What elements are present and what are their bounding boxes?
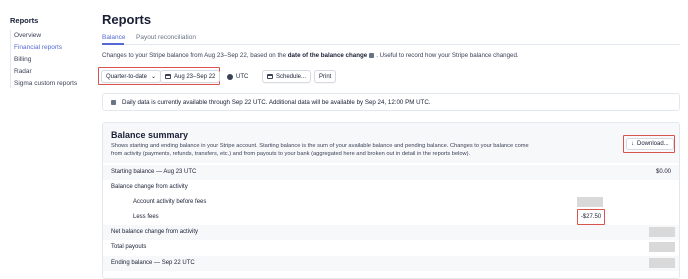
value-placeholder — [649, 258, 675, 268]
less-fees-value: -$27.50 — [577, 209, 605, 225]
sidebar-item-financial-reports[interactable]: Financial reports — [14, 44, 62, 51]
value-placeholder — [649, 227, 675, 237]
desc-middle: , based on the — [246, 52, 288, 59]
info-icon[interactable] — [369, 52, 375, 58]
balance-summary-description: Shows starting and ending balance in you… — [111, 143, 529, 157]
tab-balance[interactable]: Balance — [102, 34, 126, 41]
table-row: Ending balance — Sep 22 UTC — [103, 256, 679, 271]
active-tab-indicator — [102, 43, 124, 45]
table-row: Net balance change from activity — [103, 225, 679, 240]
sidebar-item-billing[interactable]: Billing — [14, 56, 31, 63]
sidebar-item-overview[interactable]: Overview — [14, 32, 41, 39]
balance-summary-card: Balance summary Shows starting and endin… — [102, 122, 680, 279]
arrow-down-icon: ↓ — [631, 141, 634, 147]
sidebar: Reports Overview Financial reports Billi… — [0, 0, 96, 279]
info-icon — [111, 99, 116, 105]
row-label: Less fees — [133, 214, 159, 220]
calendar-icon — [267, 74, 273, 79]
schedule-label: Schedule... — [276, 73, 307, 80]
desc-prefix: Changes to your Stripe balance from — [102, 52, 205, 59]
row-label: Total payouts — [111, 244, 147, 250]
tab-payout-reconciliation[interactable]: Payout reconciliation — [136, 34, 196, 41]
clock-icon — [227, 73, 233, 80]
date-range-label: Aug 23–Sep 22 — [174, 73, 216, 80]
print-label: Print — [319, 73, 332, 80]
desc-range: Aug 23–Sep 22 — [204, 52, 247, 59]
calendar-icon — [165, 74, 171, 79]
table-row: Starting balance — Aug 23 UTC $0.00 — [103, 165, 679, 180]
sidebar-item-sigma-custom-reports[interactable]: Sigma custom reports — [14, 80, 77, 87]
main-content: Reports Balance Payout reconciliation Ch… — [98, 0, 680, 279]
table-row: Balance change from activity — [103, 180, 679, 195]
download-label: Download... — [637, 141, 669, 147]
row-label: Account activity before fees — [133, 199, 207, 205]
report-description: Changes to your Stripe balance from Aug … — [102, 52, 519, 59]
timezone-label: UTC — [236, 73, 249, 80]
sidebar-title: Reports — [10, 16, 39, 25]
row-label: Starting balance — Aug 23 UTC — [111, 169, 197, 175]
banner-text: Daily data is currently available throug… — [122, 98, 431, 106]
schedule-button[interactable]: Schedule... — [262, 70, 312, 83]
print-button[interactable]: Print — [314, 70, 337, 83]
chevron-down-icon: ⌄ — [151, 74, 157, 80]
sidebar-item-radar[interactable]: Radar — [14, 68, 32, 75]
download-button[interactable]: ↓ Download... — [626, 138, 674, 150]
tabs-divider — [102, 44, 680, 45]
page-title: Reports — [102, 12, 152, 27]
data-availability-banner: Daily data is currently available throug… — [102, 93, 680, 111]
row-value: $0.00 — [655, 169, 671, 175]
period-select[interactable]: Quarter-to-date ⌄ — [101, 70, 162, 83]
desc-emphasis: date of the balance change — [287, 52, 368, 59]
value-placeholder — [577, 197, 603, 207]
period-select-label: Quarter-to-date — [106, 73, 148, 80]
date-range-picker[interactable]: Aug 23–Sep 22 — [160, 70, 221, 83]
row-label: Ending balance — Sep 22 UTC — [111, 260, 195, 266]
balance-summary-title: Balance summary — [111, 130, 189, 140]
row-label: Balance change from activity — [111, 184, 188, 190]
table-row: Total payouts — [103, 240, 679, 255]
balance-summary-header: Balance summary Shows starting and endin… — [103, 123, 679, 163]
sidebar-divider — [10, 30, 11, 88]
desc-suffix: . Useful to record how your Stripe balan… — [376, 52, 519, 59]
value-placeholder — [649, 242, 675, 252]
table-row: Account activity before fees — [103, 195, 679, 210]
timezone-button[interactable]: UTC — [223, 70, 253, 83]
row-label: Net balance change from activity — [111, 229, 199, 235]
